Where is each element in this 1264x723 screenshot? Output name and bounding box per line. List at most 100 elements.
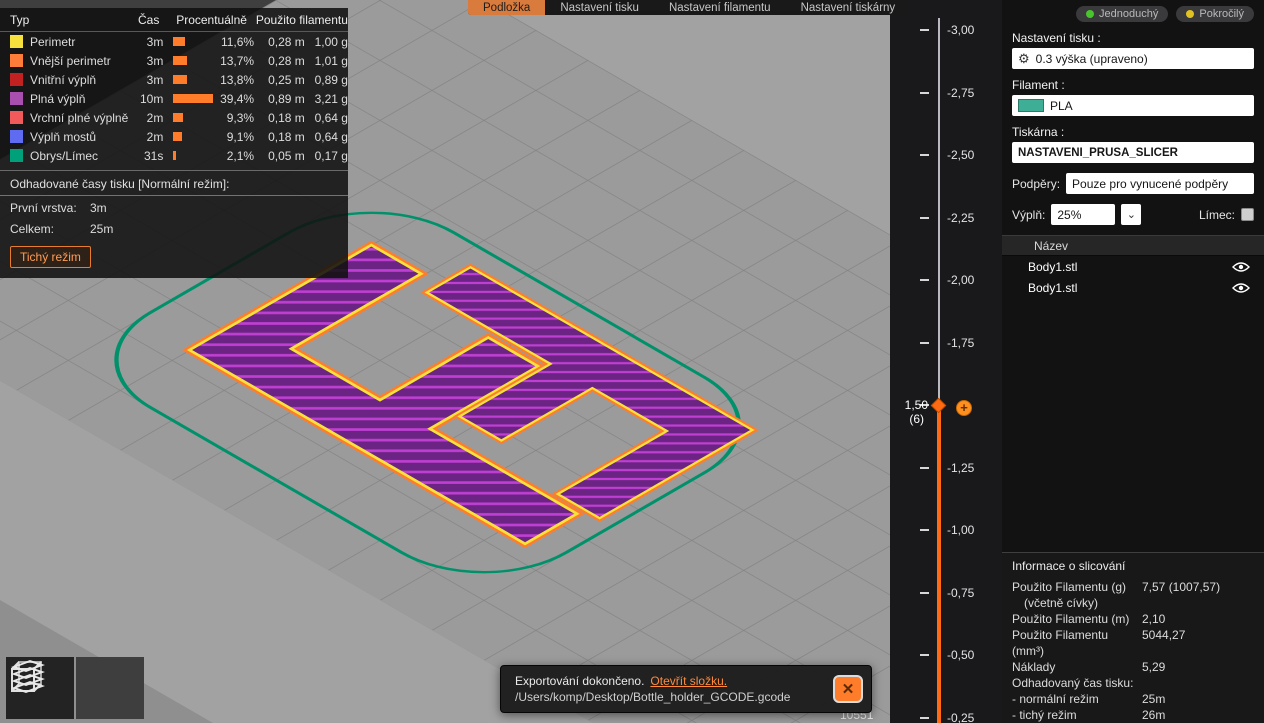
printer-value: NASTAVENI_PRUSA_SLICER: [1018, 146, 1178, 159]
layer-slider[interactable]: -3,00 -2,75 -2,50 -2,25 -2,00 -1,75 -1,25 -1,00…: [890, 0, 1002, 723]
feature-percent: 9,1%: [226, 129, 255, 144]
tab-filament-settings[interactable]: Nastavení filamentu: [654, 0, 786, 15]
percent-bar: [173, 94, 214, 103]
info-row: - tichý režim 26m: [1010, 707, 1256, 723]
gcode-legend-panel: Typ Čas Procentuálně Použito filamentu P…: [0, 8, 348, 278]
view-mode-buttons: [6, 657, 144, 719]
layer-tick: [920, 654, 929, 656]
info-row: Použito Filamentu (g) (včetně cívky) 7,5…: [1010, 579, 1256, 611]
info-value: 26m: [1142, 708, 1166, 722]
object-list-item[interactable]: Body1.stl: [1012, 256, 1254, 277]
infill-brim-row: Výplň: 25% ⌄ Límec:: [1012, 204, 1254, 225]
open-folder-link[interactable]: Otevřít složku.: [650, 674, 727, 688]
layer-slider-handle[interactable]: [930, 397, 947, 414]
info-value: 25m: [1142, 692, 1166, 706]
feature-meters: 0,89 m: [268, 91, 305, 106]
legend-row: Obrys/Límec 31s 2,1% 0,05 m 0,17 g: [0, 146, 348, 165]
simple-mode-dot-icon: [1086, 10, 1095, 18]
filament-select[interactable]: PLA: [1012, 95, 1254, 116]
infill-label: Výplň:: [1012, 207, 1046, 222]
layer-tick: [920, 91, 929, 94]
print-settings-value: 0.3 výška (upraveno): [1035, 51, 1148, 66]
feature-name: Obrys/Límec: [30, 148, 99, 163]
feature-time: 2m: [146, 110, 164, 125]
feature-percent: 2,1%: [226, 148, 255, 163]
layer-tick: [920, 529, 929, 531]
feature-grams: 1,00 g: [314, 34, 348, 49]
feature-grams: 0,64 g: [314, 110, 348, 125]
advanced-mode-button[interactable]: Pokročilý: [1176, 6, 1254, 22]
layer-slider-track-filled[interactable]: [937, 405, 941, 723]
info-label: Náklady: [1012, 660, 1056, 674]
feature-grams: 0,89 g: [314, 72, 348, 87]
brim-checkbox[interactable]: [1241, 208, 1254, 221]
layers-icon: [11, 659, 45, 694]
total-time-label: Celkem:: [10, 221, 55, 236]
add-color-change-button[interactable]: +: [956, 400, 972, 416]
printer-select[interactable]: NASTAVENI_PRUSA_SLICER: [1012, 142, 1254, 163]
tab-printer-settings[interactable]: Nastavení tiskárny: [786, 0, 911, 15]
feature-percent: 13,8%: [220, 72, 255, 87]
info-row: - normální režim 25m: [1010, 691, 1256, 707]
layer-tick-label: -2,25: [947, 210, 975, 225]
print-settings-select[interactable]: ⚙ 0.3 výška (upraveno): [1012, 48, 1254, 69]
feature-color-swatch: [10, 54, 23, 67]
infill-value: 25%: [1057, 207, 1082, 222]
info-row: Náklady 5,29: [1010, 659, 1256, 675]
layer-tick-label: -1,00: [947, 523, 975, 537]
feature-time: 3m: [146, 72, 164, 87]
info-row: Odhadovaný čas tisku:: [1010, 675, 1256, 691]
chevron-down-icon[interactable]: ⌄: [1121, 204, 1142, 225]
total-time-value: 25m: [90, 221, 114, 236]
tab-plater[interactable]: Podložka: [468, 0, 546, 15]
advanced-mode-dot-icon: [1186, 10, 1195, 18]
legend-header: Typ Čas Procentuálně Použito filamentu: [0, 8, 348, 32]
slicing-info-title: Informace o slicování: [1012, 559, 1126, 573]
layer-tick-label: -2,75: [947, 85, 975, 100]
layer-tick-label: -0,50: [947, 648, 975, 662]
feature-color-swatch: [10, 92, 23, 105]
first-layer-label: První vrstva:: [10, 200, 77, 215]
feature-meters: 0,18 m: [268, 110, 305, 125]
silent-mode-button[interactable]: Tichý režim: [10, 246, 91, 268]
info-label: Použito Filamentu (m): [1012, 612, 1130, 626]
feature-color-swatch: [10, 130, 23, 143]
mode-switcher: Jednoduchý Pokročilý: [1012, 6, 1254, 22]
feature-meters: 0,28 m: [268, 34, 305, 49]
infill-select[interactable]: 25%: [1051, 204, 1116, 225]
info-value: 7,57 (1007,57): [1142, 580, 1221, 594]
legend-row: Vrchní plné výplně 2m 9,3% 0,18 m 0,64 g: [0, 108, 348, 127]
feature-name: Perimetr: [30, 34, 76, 49]
tab-print-settings[interactable]: Nastavení tisku: [545, 0, 654, 15]
print-settings-label: Nastavení tisku :: [1012, 31, 1101, 45]
close-notification-button[interactable]: ✕: [833, 675, 863, 703]
object-list-item[interactable]: Body1.stl: [1012, 277, 1254, 298]
simple-mode-button[interactable]: Jednoduchý: [1076, 6, 1169, 22]
supports-select[interactable]: Pouze pro vynucené podpěry: [1066, 173, 1254, 194]
info-sublabel: (včetně cívky): [1024, 596, 1099, 610]
feature-percent: 11,6%: [220, 34, 255, 49]
layer-tick: [920, 154, 929, 156]
eye-icon[interactable]: [1232, 282, 1250, 294]
feature-time: 2m: [146, 129, 164, 144]
info-value: 5044,27: [1142, 628, 1186, 642]
feature-color-swatch: [10, 73, 23, 86]
supports-label: Podpěry:: [1012, 176, 1061, 191]
view-layers-button[interactable]: [11, 657, 144, 719]
feature-grams: 1,01 g: [314, 53, 348, 68]
settings-tabs: Podložka Nastavení tisku Nastavení filam…: [468, 0, 911, 15]
legend-row: Vnější perimetr 3m 13,7% 0,28 m 1,01 g: [0, 51, 348, 70]
feature-percent: 39,4%: [220, 91, 255, 106]
layer-tick-label: -0,75: [947, 585, 975, 600]
filament-value: PLA: [1050, 98, 1073, 113]
total-time-row: Celkem: 25m: [0, 219, 348, 238]
layer-tick-label: -2,00: [947, 273, 975, 287]
layer-tick: [920, 216, 929, 219]
layer-tick: [920, 591, 929, 594]
eye-icon[interactable]: [1232, 261, 1250, 273]
percent-bar: [173, 56, 188, 65]
first-layer-row: První vrstva: 3m: [0, 198, 348, 217]
feature-time: 3m: [146, 34, 164, 49]
current-layer-height: 1,50: [904, 398, 928, 412]
feature-time: 31s: [143, 148, 164, 163]
